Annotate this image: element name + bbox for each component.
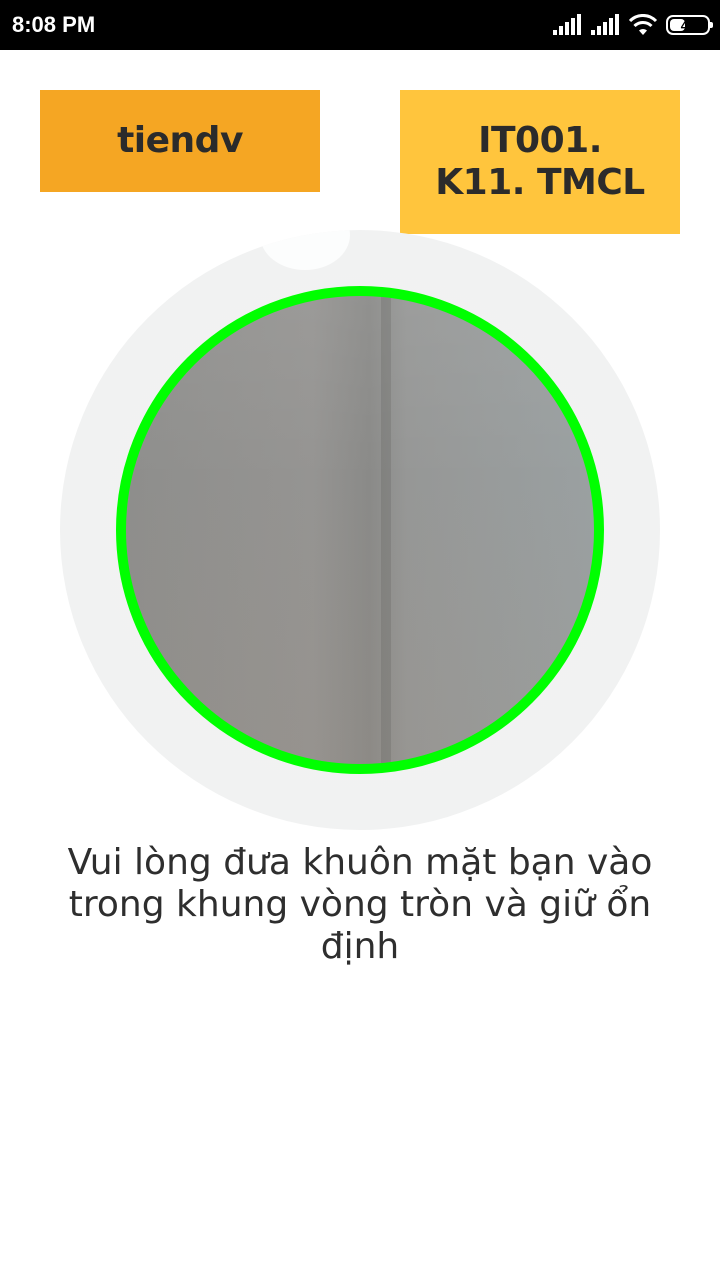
camera-feed-detail <box>381 296 391 764</box>
battery-level: 41 <box>680 17 696 33</box>
face-frame-circle <box>116 286 604 774</box>
class-code-box: IT001. K11. TMCL <box>400 90 680 234</box>
instruction-text: Vui lòng đưa khuôn mặt bạn vào trong khu… <box>67 842 653 967</box>
face-capture-screen: 8:08 PM 41 tiendv IT001. K11. TMCL Vui l… <box>0 0 720 1280</box>
user-name: tiendv <box>117 120 243 161</box>
battery-icon: 41 <box>666 15 713 35</box>
class-code: IT001. K11. TMCL <box>435 120 645 203</box>
status-icons: 41 <box>552 12 713 38</box>
status-time: 8:08 PM <box>12 12 96 37</box>
signal-icon <box>553 14 581 35</box>
wifi-icon <box>628 14 658 35</box>
user-name-box: tiendv <box>40 90 320 192</box>
signal-icon <box>591 14 619 35</box>
battery-nub <box>710 22 713 28</box>
status-bar: 8:08 PM 41 <box>0 0 720 50</box>
